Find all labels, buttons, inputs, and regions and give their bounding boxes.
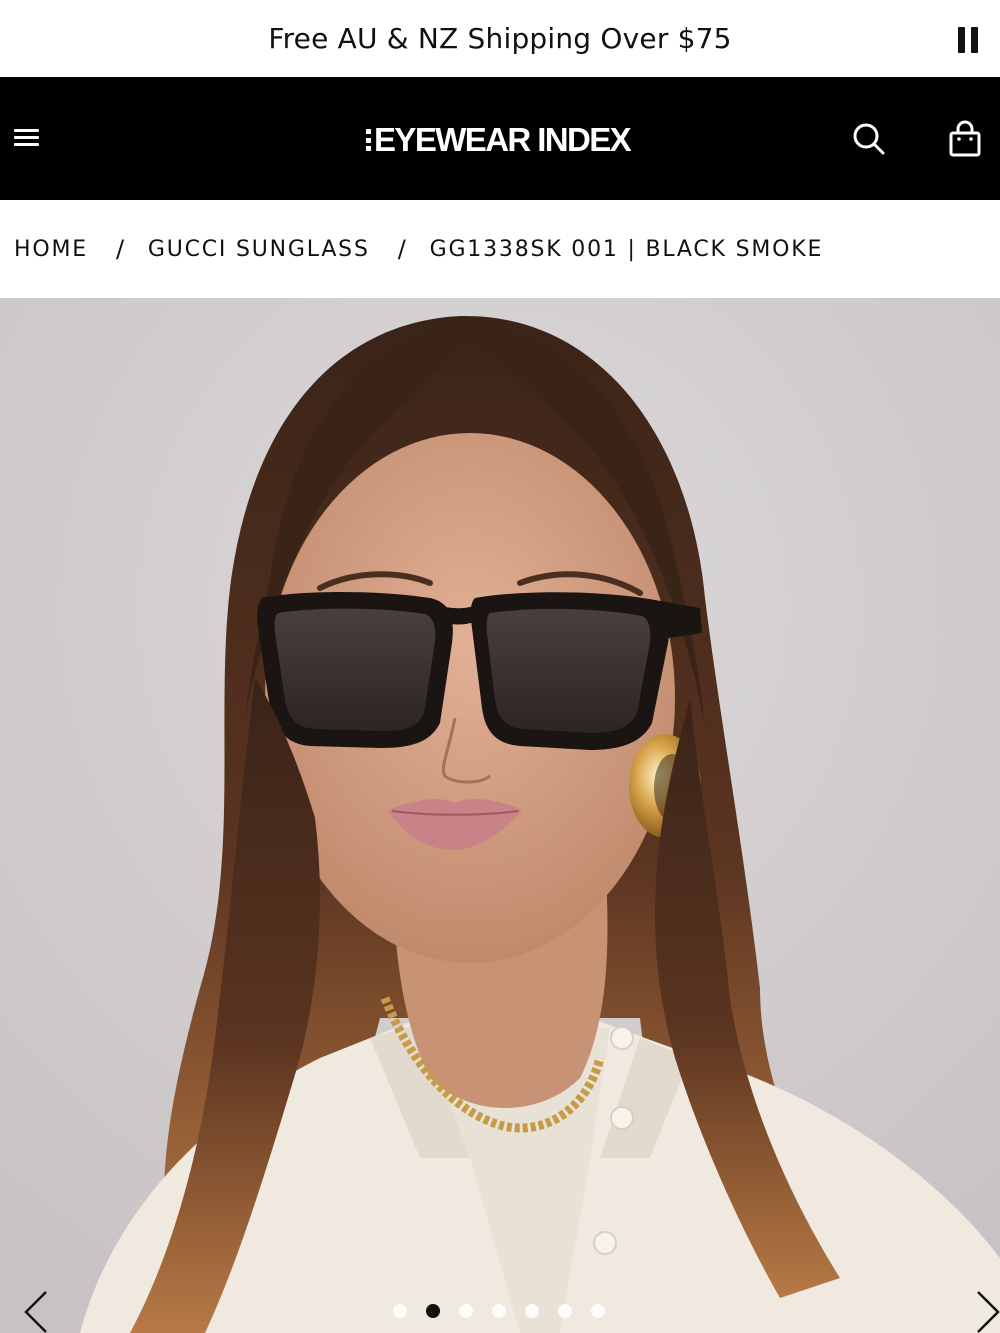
breadcrumb-gucci-sunglass[interactable]: GUCCI SUNGLASS [148,237,370,262]
breadcrumb-separator: / [397,235,408,263]
carousel-dot[interactable] [459,1304,473,1318]
logo-text: EYEWEAR INDEX [374,121,632,158]
announcement-text: Free AU & NZ Shipping Over $75 [268,22,732,55]
breadcrumb: HOME / GUCCI SUNGLASS / GG1338SK 001 | B… [0,200,1000,298]
pause-icon[interactable] [958,27,978,53]
breadcrumb-home[interactable]: HOME [14,237,88,262]
breadcrumb-current-product: GG1338SK 001 | BLACK SMOKE [429,236,824,262]
carousel-dot-active[interactable] [426,1304,440,1318]
chevron-right-icon[interactable] [972,1290,1000,1333]
logo-mark-icon [366,129,371,151]
breadcrumb-separator: / [115,235,126,263]
site-logo[interactable]: EYEWEAR INDEX [366,120,632,160]
product-image-gallery[interactable] [0,298,1000,1333]
site-header: EYEWEAR INDEX [0,77,1000,200]
product-image [0,298,1000,1333]
carousel-dot[interactable] [393,1304,407,1318]
carousel-dot[interactable] [492,1304,506,1318]
carousel-dot[interactable] [558,1304,572,1318]
carousel-dot[interactable] [591,1304,605,1318]
announcement-bar: Free AU & NZ Shipping Over $75 [0,0,1000,77]
shopping-bag-icon[interactable] [948,120,982,158]
chevron-left-icon[interactable] [22,1290,52,1333]
carousel-dot[interactable] [525,1304,539,1318]
carousel-dots [393,1304,605,1318]
search-icon[interactable] [852,122,886,156]
hamburger-menu-icon[interactable] [14,126,40,150]
